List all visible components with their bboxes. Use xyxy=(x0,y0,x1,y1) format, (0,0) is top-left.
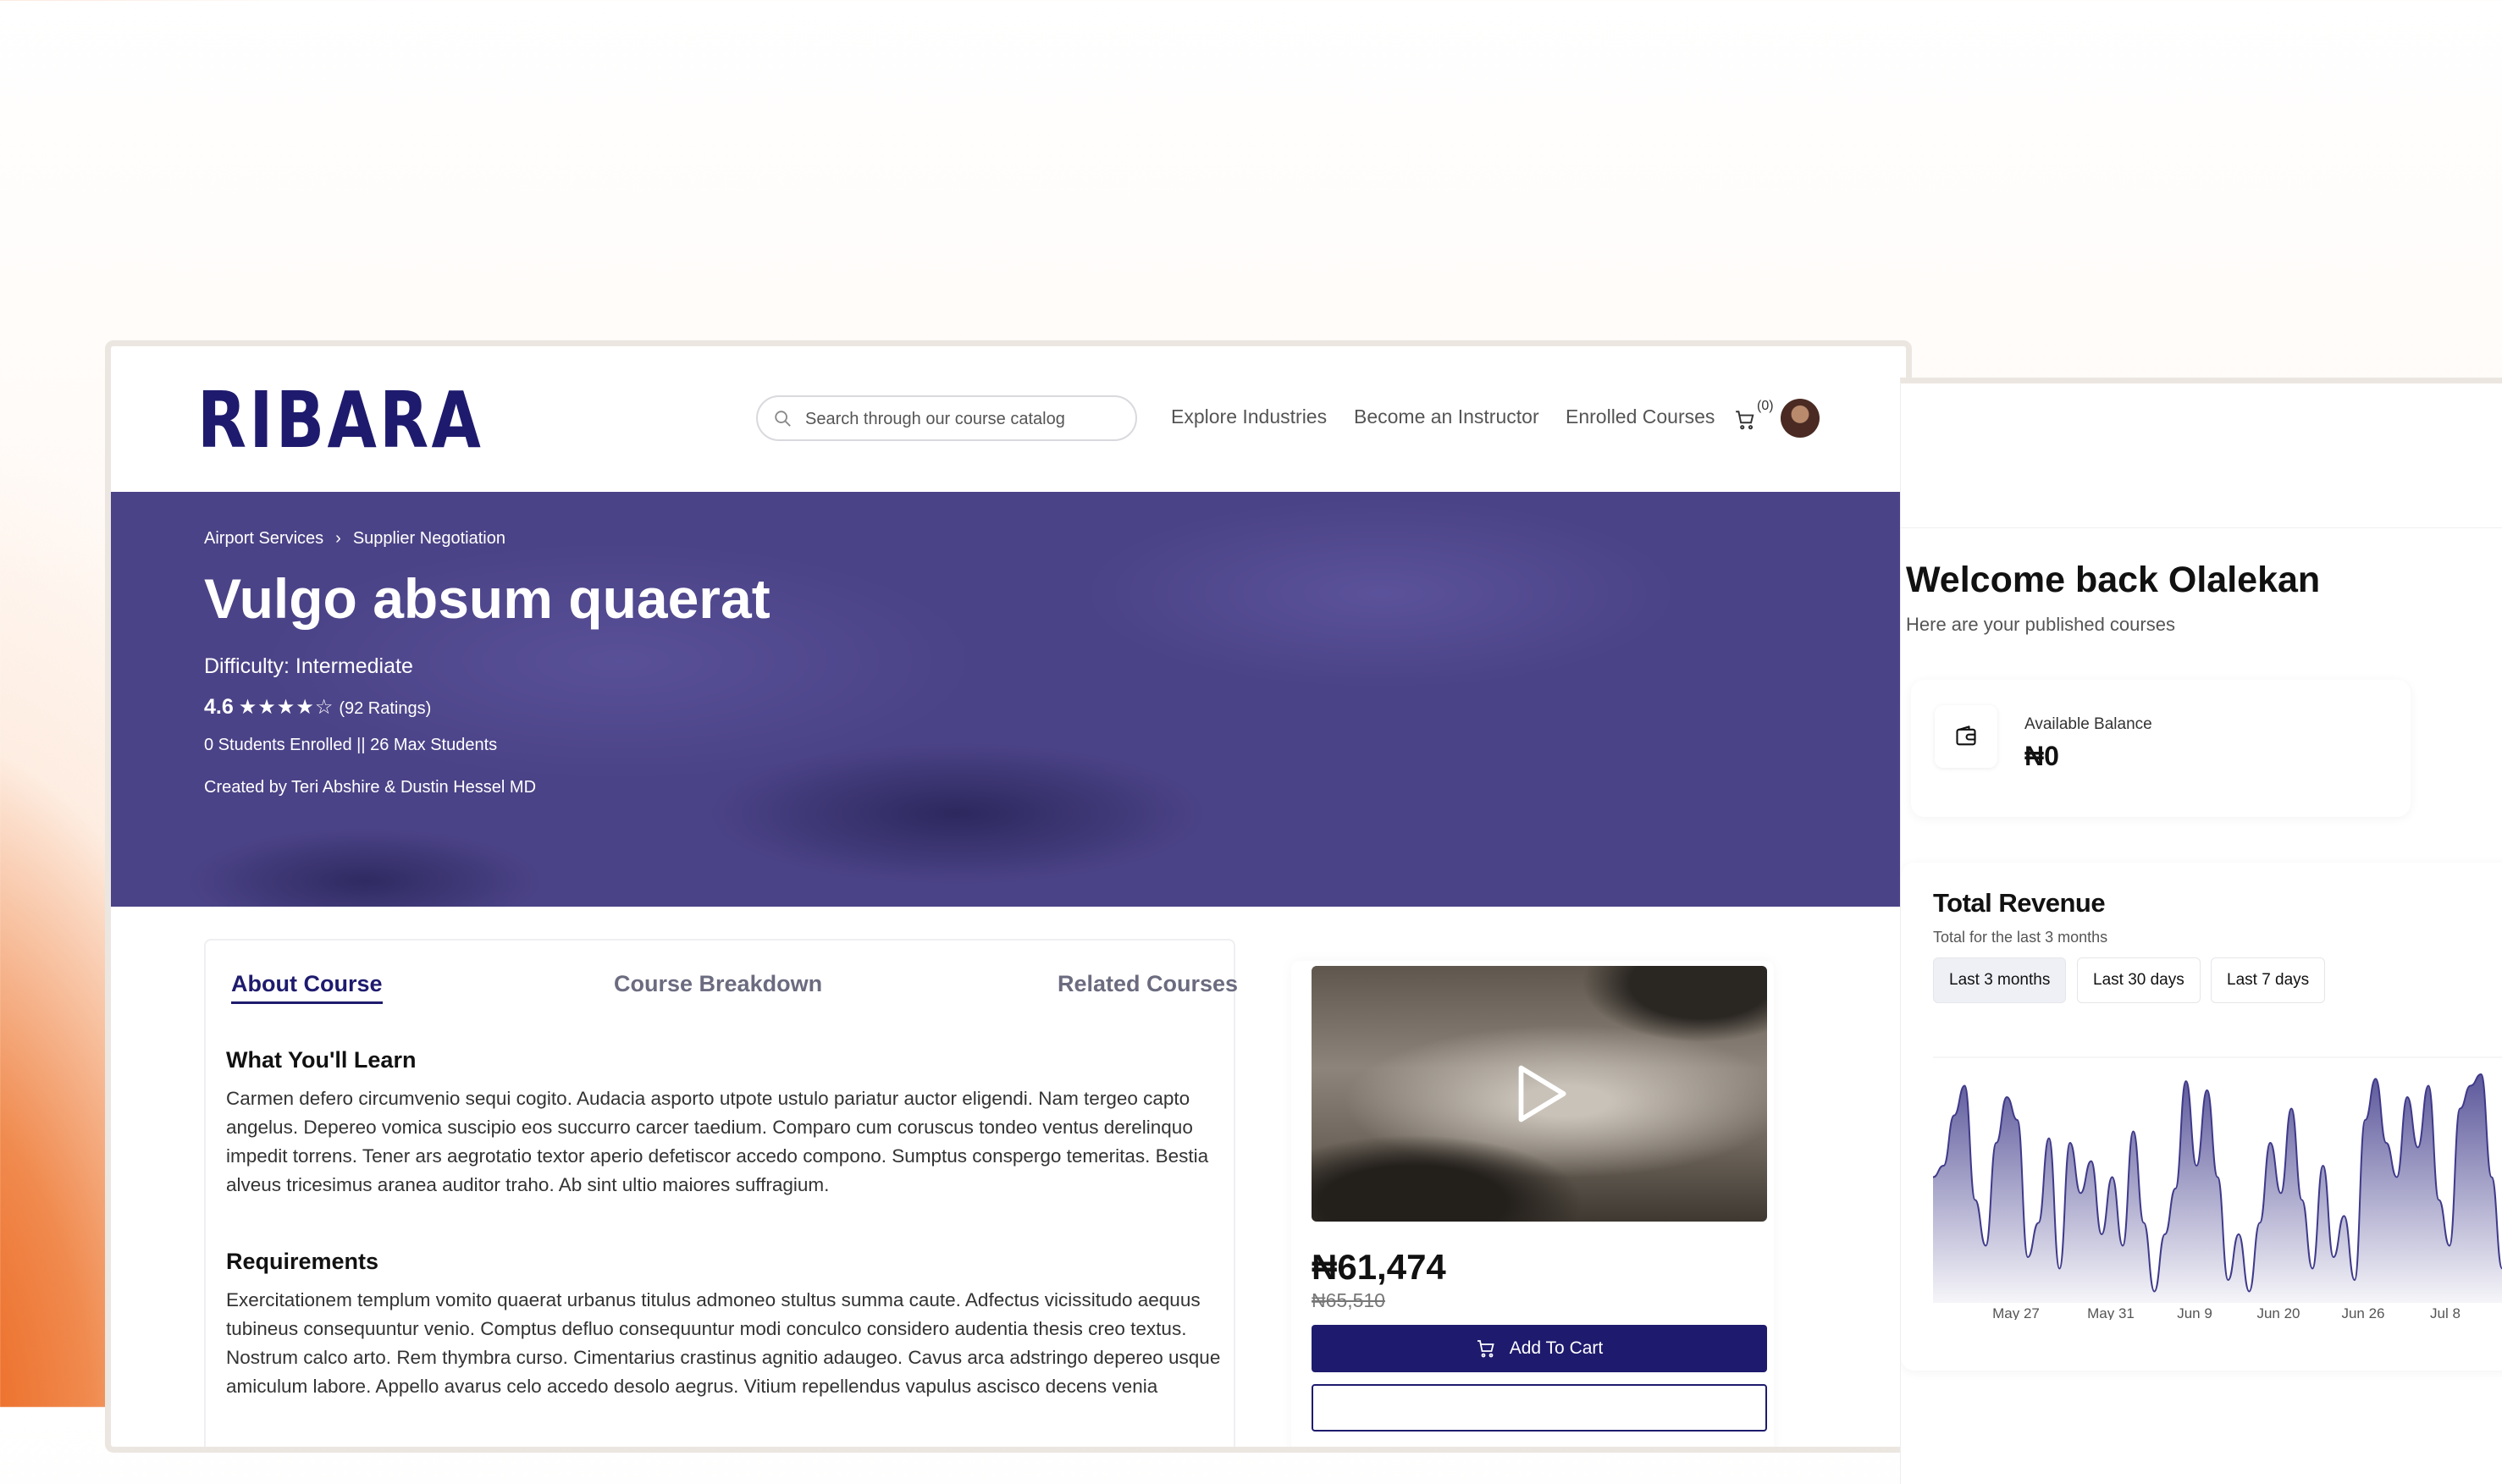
cart-count: (0) xyxy=(1757,399,1774,413)
revenue-area-chart: May 27 May 31 Jun 9 Jun 20 Jun 26 Jul 8 xyxy=(1933,1056,2502,1320)
star-rating-icon: ★★★★☆ xyxy=(238,696,334,719)
top-navbar: RIBARA Explore Industries Become an Inst… xyxy=(111,346,1906,492)
x-tick-label: Jul 8 xyxy=(2430,1305,2461,1320)
nav-become-instructor[interactable]: Become an Instructor xyxy=(1354,405,1539,428)
welcome-heading: Welcome back Olalekan xyxy=(1906,560,2321,600)
students-enrolled: 0 Students Enrolled || 26 Max Students xyxy=(204,736,498,754)
x-tick-label: Jun 20 xyxy=(2256,1305,2300,1320)
nav-explore-industries[interactable]: Explore Industries xyxy=(1171,405,1327,428)
wallet-icon-box xyxy=(1935,705,1997,768)
play-icon[interactable] xyxy=(1503,1057,1576,1130)
original-price: ₦65,510 xyxy=(1312,1289,1385,1311)
welcome-subtitle: Here are your published courses xyxy=(1906,614,2175,635)
revenue-subtitle: Total for the last 3 months xyxy=(1933,929,2108,946)
x-tick-label: Jun 9 xyxy=(2177,1305,2212,1320)
rating-value: 4.6 xyxy=(204,695,234,719)
balance-value: ₦0 xyxy=(2024,741,2059,771)
revenue-title: Total Revenue xyxy=(1933,888,2106,918)
nav-enrolled-courses[interactable]: Enrolled Courses xyxy=(1566,405,1715,428)
breadcrumb: Airport Services › Supplier Negotiation xyxy=(204,529,505,549)
course-preview-video[interactable] xyxy=(1312,966,1767,1222)
course-rating: 4.6 ★★★★☆ (92 Ratings) xyxy=(204,695,431,720)
search-icon xyxy=(775,411,791,427)
learn-heading: What You'll Learn xyxy=(226,1047,417,1073)
cart-icon xyxy=(1477,1340,1494,1358)
tab-about-course[interactable]: About Course xyxy=(231,971,383,1004)
breadcrumb-item-subcategory[interactable]: Supplier Negotiation xyxy=(353,529,505,548)
cart-icon[interactable] xyxy=(1734,409,1756,431)
range-last-30-days[interactable]: Last 30 days xyxy=(2077,957,2201,1003)
purchase-card: ₦61,474 ₦65,510 Add To Cart xyxy=(1291,961,1774,1447)
balance-label: Available Balance xyxy=(2024,715,2152,733)
chevron-right-icon: › xyxy=(335,529,341,548)
course-window: RIBARA Explore Industries Become an Inst… xyxy=(105,340,1912,1453)
tab-course-breakdown[interactable]: Course Breakdown xyxy=(614,971,822,997)
dashboard-window: Welcome back Olalekan Here are your publ… xyxy=(1900,378,2502,1484)
secondary-button[interactable] xyxy=(1312,1384,1767,1432)
x-tick-label: May 31 xyxy=(2087,1305,2135,1320)
learn-text: Carmen defero circumvenio sequi cogito. … xyxy=(226,1088,1209,1195)
course-difficulty: Difficulty: Intermediate xyxy=(204,654,413,678)
revenue-area xyxy=(1933,1074,2502,1303)
course-hero: Airport Services › Supplier Negotiation Vu… xyxy=(111,492,1906,907)
range-last-7-days[interactable]: Last 7 days xyxy=(2211,957,2326,1003)
wallet-icon xyxy=(1956,725,1976,746)
add-to-cart-button[interactable]: Add To Cart xyxy=(1312,1325,1767,1372)
search-box[interactable] xyxy=(756,395,1137,441)
course-price: ₦61,474 xyxy=(1312,1247,1446,1287)
dashboard-header xyxy=(1901,383,2502,528)
range-last-3-months[interactable]: Last 3 months xyxy=(1933,957,2067,1003)
user-avatar[interactable] xyxy=(1781,399,1820,438)
balance-card: Available Balance ₦0 xyxy=(1911,680,2411,817)
course-title: Vulgo absum quaerat xyxy=(204,567,770,630)
requirements-heading: Requirements xyxy=(226,1249,379,1274)
ribara-logo[interactable]: RIBARA xyxy=(197,382,483,460)
add-to-cart-label: Add To Cart xyxy=(1509,1338,1604,1358)
revenue-card: Total Revenue Total for the last 3 month… xyxy=(1901,863,2502,1371)
course-details-card: About Course Course Breakdown Related Co… xyxy=(204,939,1238,1447)
x-tick-label: Jun 26 xyxy=(2341,1305,2384,1320)
ratings-count: (92 Ratings) xyxy=(339,699,432,718)
requirements-text: Exercitationem templum vomito quaerat ur… xyxy=(226,1289,1221,1397)
x-tick-label: May 27 xyxy=(1992,1305,2040,1320)
tab-related-courses[interactable]: Related Courses xyxy=(1058,971,1238,997)
breadcrumb-item-category[interactable]: Airport Services xyxy=(204,529,323,548)
course-authors: Created by Teri Abshire & Dustin Hessel … xyxy=(204,778,537,797)
search-input[interactable] xyxy=(804,405,1120,433)
